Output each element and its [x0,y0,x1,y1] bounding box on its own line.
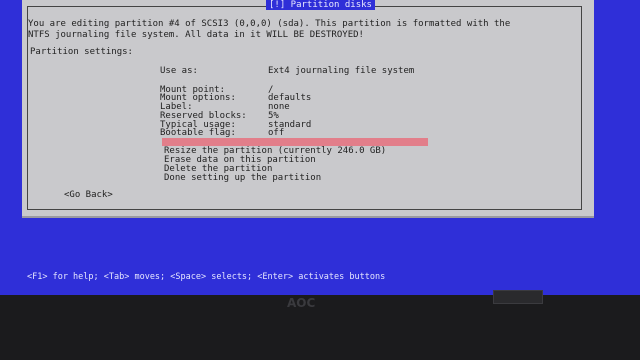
go-back-button[interactable]: <Go Back> [64,191,113,200]
use-as-label: Use as: [160,66,198,76]
help-bar: <F1> for help; <Tab> moves; <Space> sele… [27,272,386,282]
setting-value: off [268,128,285,138]
use-as-value: Ext4 journaling file system [268,66,415,76]
selected-row-highlight[interactable] [162,138,428,146]
partition-settings-heading: Partition settings: [30,47,133,57]
dialog-title: [!] Partition disks [266,0,375,10]
partition-dialog: [!] Partition disks You are editing part… [22,0,594,218]
action-done-setting-up[interactable]: Done setting up the partition [164,174,321,183]
setting-label: Bootable flag: [160,128,236,138]
installer-screen: [!] Partition disks You are editing part… [0,0,640,295]
monitor-brand-logo: AOC [287,296,316,310]
warning-line-2: NTFS journaling file system. All data in… [28,30,364,40]
warning-line-1: You are editing partition #4 of SCSI3 (0… [28,19,511,29]
monitor-bezel [0,295,640,360]
monitor-button-panel [493,290,543,304]
